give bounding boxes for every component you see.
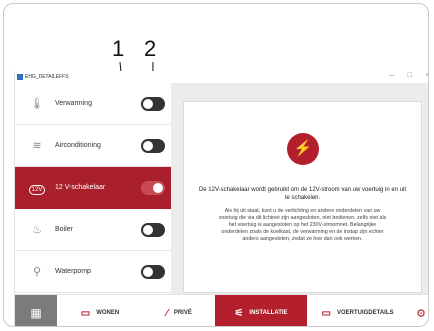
- nav-label: WONEN: [96, 310, 120, 316]
- pump-icon: ⚲: [32, 266, 42, 278]
- flame-icon: ♨: [32, 224, 42, 236]
- toggle-knob: [143, 266, 153, 277]
- thermometer-icon: 🌡: [30, 98, 44, 110]
- info-card: ⚡ De 12V-schakelaar wordt gebruikt om de…: [183, 101, 422, 293]
- plug-icon: ⚡: [287, 133, 319, 165]
- vehicle-icon: ▭: [321, 307, 331, 319]
- nav-wonen[interactable]: ▭ WONEN: [57, 295, 143, 326]
- nav-label: PRIVÉ: [173, 310, 192, 316]
- bottom-nav: ▦ ▭ WONEN ⁄ PRIVÉ ⚟ INSTALLATIE ▭ VOERTU…: [15, 294, 428, 326]
- app-window: EHG_DETAILEFFS – □ × 🌡 Verwarming ≋ Airc…: [14, 71, 428, 326]
- battery-12v-icon: 12V: [27, 182, 47, 195]
- air-icon: ≋: [32, 140, 42, 152]
- sidebar-item-label: 12 V-schakelaar: [55, 184, 106, 191]
- content-panel: ⚡ De 12V-schakelaar wordt gebruikt om de…: [171, 83, 428, 294]
- close-button[interactable]: ×: [426, 72, 428, 79]
- sidebar-item-label: Boiler: [55, 226, 73, 233]
- sidebar-item-boiler[interactable]: ♨ Boiler: [15, 209, 175, 251]
- nav-prive[interactable]: ⁄ PRIVÉ: [143, 295, 215, 326]
- sidebar-item-label: Waterpomp: [55, 268, 91, 275]
- nav-label: INSTALLATIE: [249, 310, 288, 316]
- maximize-button[interactable]: □: [408, 72, 412, 79]
- window-title: EHG_DETAILEFFS: [25, 74, 69, 80]
- toggle-airconditioning[interactable]: [141, 138, 165, 153]
- privacy-icon: ⁄: [166, 307, 168, 319]
- sidebar-item-12v-schakelaar[interactable]: 12V 12 V-schakelaar: [15, 167, 175, 209]
- toggle-boiler[interactable]: [141, 222, 165, 237]
- nav-label: VOERTUIGDETAILS: [336, 310, 394, 316]
- sidebar-item-waterpomp[interactable]: ⚲ Waterpomp: [15, 251, 175, 293]
- settings-gear-icon[interactable]: ⚙: [408, 295, 428, 326]
- toggle-knob: [143, 98, 153, 109]
- sofa-icon: ▭: [80, 307, 91, 319]
- info-body: Als hij uit staat, kunt u de verlichting…: [218, 208, 387, 242]
- installation-icon: ⚟: [234, 307, 244, 319]
- toggle-knob: [143, 224, 153, 235]
- sidebar-item-label: Verwarming: [55, 100, 92, 107]
- grid-menu-icon[interactable]: ▦: [15, 295, 57, 326]
- window-controls: – □ ×: [390, 72, 428, 79]
- toggle-knob: [153, 182, 163, 193]
- title-bar: EHG_DETAILEFFS – □ ×: [15, 71, 428, 83]
- toggle-waterpomp[interactable]: [141, 264, 165, 279]
- minimize-button[interactable]: –: [390, 72, 394, 79]
- nav-installatie[interactable]: ⚟ INSTALLATIE: [215, 295, 307, 326]
- screenshot-frame: 1 2 EHG_DETAILEFFS – □ × 🌡 Verwarming ≋ …: [3, 3, 429, 327]
- toggle-12v-schakelaar[interactable]: [141, 180, 165, 195]
- info-title: De 12V-schakelaar wordt gebruikt om de 1…: [198, 187, 407, 201]
- sidebar-item-verwarming[interactable]: 🌡 Verwarming: [15, 83, 175, 125]
- nav-voertuigdetails[interactable]: ▭ VOERTUIGDETAILS: [307, 295, 408, 326]
- app-logo-icon: [17, 74, 23, 80]
- sidebar-item-airconditioning[interactable]: ≋ Airconditioning: [15, 125, 175, 167]
- toggle-verwarming[interactable]: [141, 96, 165, 111]
- sidebar-item-label: Airconditioning: [55, 142, 101, 149]
- toggle-knob: [143, 140, 153, 151]
- sidebar: 🌡 Verwarming ≋ Airconditioning 12V 12 V-…: [15, 83, 175, 294]
